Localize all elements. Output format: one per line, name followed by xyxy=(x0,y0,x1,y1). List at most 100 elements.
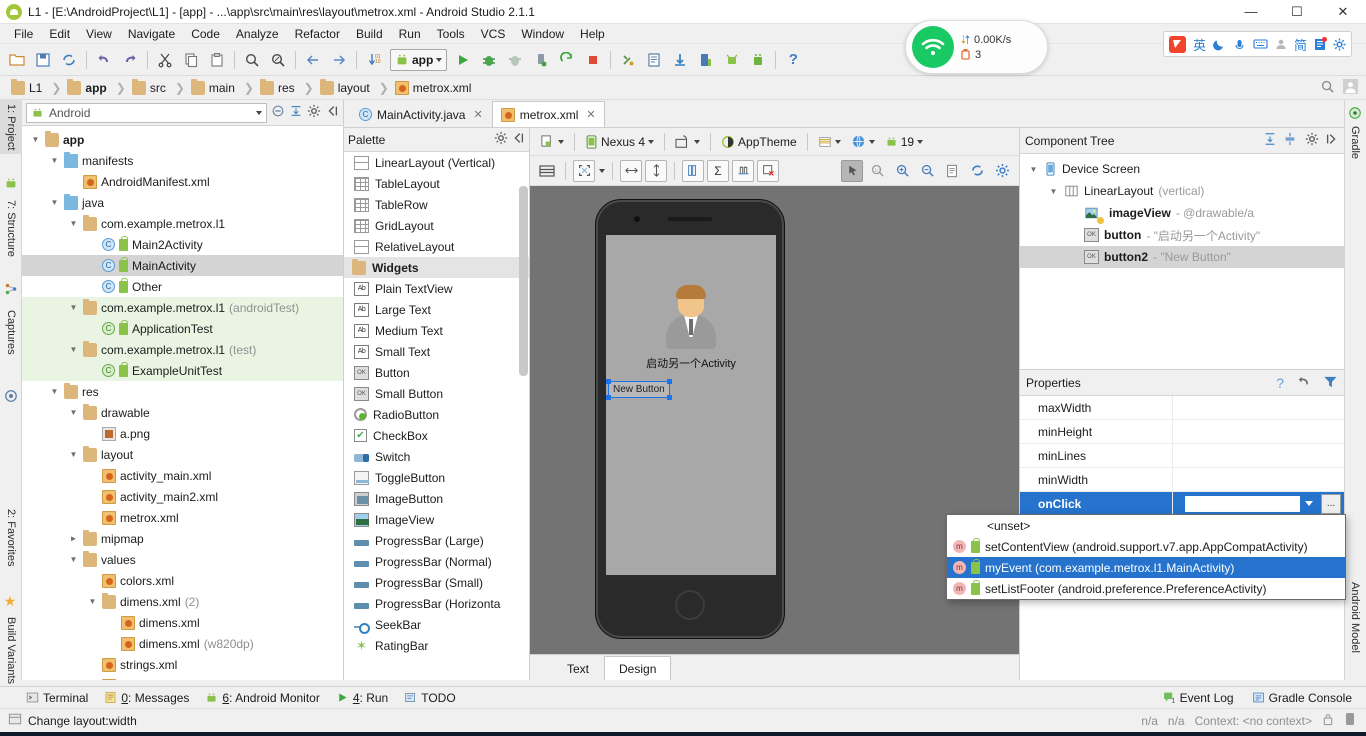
resize-handle[interactable] xyxy=(606,395,611,400)
close-icon[interactable]: ✕ xyxy=(586,108,595,121)
resize-handle[interactable] xyxy=(666,395,672,400)
palette-item[interactable]: OK Button xyxy=(344,362,529,383)
chevron-down-icon[interactable]: ▼ xyxy=(1048,186,1059,197)
property-row[interactable]: minHeight xyxy=(1020,420,1344,444)
user-icon[interactable] xyxy=(1275,38,1287,50)
sidebar-item-build-variants[interactable]: Build Variants xyxy=(0,613,22,688)
theme-selector[interactable]: AppTheme xyxy=(717,131,801,153)
ime-lang-label[interactable]: 英 xyxy=(1193,35,1206,54)
tab-text[interactable]: Text xyxy=(552,656,604,680)
layout-config-button[interactable] xyxy=(814,131,845,153)
tool-window-android-monitor[interactable]: 6: Android Monitor xyxy=(205,691,320,705)
layout-variant-button[interactable] xyxy=(536,131,568,153)
tree-node[interactable]: AndroidManifest.xml xyxy=(22,171,343,192)
tree-node[interactable]: ▼ res xyxy=(22,381,343,402)
find-icon[interactable] xyxy=(240,48,264,72)
tree-node[interactable]: ▼ com.example.metrox.l1 (androidTest) xyxy=(22,297,343,318)
property-value-cell[interactable] xyxy=(1172,468,1344,491)
android-monitor-icon[interactable] xyxy=(720,48,744,72)
memory-icon[interactable] xyxy=(1344,712,1356,729)
collapse-all-icon[interactable] xyxy=(271,104,285,121)
sidebar-item-project[interactable]: 1: Project xyxy=(0,100,22,155)
reload-icon[interactable] xyxy=(966,160,988,182)
breadcrumb-item-l1[interactable]: L1 xyxy=(6,78,50,96)
gear-icon[interactable] xyxy=(307,104,321,121)
project-file-tree[interactable]: ▼ app ▼ manifests AndroidManifest.xml ▼ java ▼ c… xyxy=(22,126,343,680)
sync-gradle-icon[interactable] xyxy=(668,48,692,72)
editor-tab-mainactivity[interactable]: C MainActivity.java ✕ xyxy=(350,101,492,127)
tree-node[interactable]: C ApplicationTest xyxy=(22,318,343,339)
maximize-button[interactable]: ☐ xyxy=(1274,0,1320,24)
zoom-fit-icon[interactable] xyxy=(573,159,595,182)
tree-node[interactable]: activity_main2.xml xyxy=(22,486,343,507)
ime-mode-label[interactable]: 简 xyxy=(1294,35,1307,54)
chevron-down-icon[interactable]: ▼ xyxy=(68,407,79,418)
sum-icon[interactable]: Σ xyxy=(707,159,729,182)
menu-help[interactable]: Help xyxy=(572,25,613,43)
breadcrumb-item-app[interactable]: app xyxy=(62,78,114,96)
tree-node[interactable]: dimens.xml (w820dp) xyxy=(22,633,343,654)
undo-icon[interactable] xyxy=(1296,374,1311,392)
chevron-down-icon[interactable]: ▼ xyxy=(68,449,79,460)
filter-icon[interactable] xyxy=(1323,374,1338,392)
tree-node[interactable]: activity_main.xml xyxy=(22,465,343,486)
close-button[interactable]: ✕ xyxy=(1320,0,1366,24)
resize-handle[interactable] xyxy=(606,379,611,384)
breadcrumb-item-layout[interactable]: layout xyxy=(315,78,378,96)
sidebar-item-gradle[interactable]: Gradle xyxy=(1344,122,1366,163)
person-avatar-icon[interactable] xyxy=(662,285,720,349)
breadcrumb-item-metrox[interactable]: metrox.xml xyxy=(390,80,480,96)
run-configuration-selector[interactable]: app xyxy=(390,48,448,71)
sidebar-item-structure[interactable]: 7: Structure xyxy=(0,196,22,261)
network-speed-widget[interactable]: 0.00K/s 3 xyxy=(905,20,1048,74)
tree-node[interactable]: C MainActivity xyxy=(22,255,343,276)
tool-window-todo[interactable]: TODO xyxy=(404,691,456,705)
hide-panel-icon[interactable] xyxy=(1325,132,1339,149)
sidebar-item-android-model[interactable]: Android Model xyxy=(1344,578,1366,657)
tree-node[interactable]: ▼ app xyxy=(22,129,343,150)
distribute-icon[interactable] xyxy=(682,159,704,182)
palette-item[interactable]: Widgets xyxy=(344,257,529,278)
tree-node[interactable]: a.png xyxy=(22,423,343,444)
tree-node[interactable]: colors.xml xyxy=(22,570,343,591)
menu-navigate[interactable]: Navigate xyxy=(120,25,183,43)
menu-run[interactable]: Run xyxy=(391,25,429,43)
preview-activity-label[interactable]: 启动另一个Activity xyxy=(606,355,776,371)
expand-horizontal-icon[interactable] xyxy=(620,159,642,182)
palette-item[interactable]: RelativeLayout xyxy=(344,236,529,257)
notes-icon[interactable] xyxy=(1314,36,1327,51)
redo-icon[interactable] xyxy=(118,48,142,72)
property-value-cell[interactable] xyxy=(1172,396,1344,419)
palette-item[interactable]: LinearLayout (Vertical) xyxy=(344,152,529,173)
property-browse-button[interactable]: ... xyxy=(1321,493,1341,514)
palette-item[interactable]: ✶ RatingBar xyxy=(344,635,529,656)
sync-icon[interactable] xyxy=(57,48,81,72)
chevron-down-icon[interactable]: ▼ xyxy=(68,554,79,565)
chevron-down-icon[interactable] xyxy=(599,168,605,173)
menu-window[interactable]: Window xyxy=(513,25,572,43)
chevron-down-icon[interactable]: ▼ xyxy=(68,344,79,355)
editor-tab-metrox[interactable]: metrox.xml ✕ xyxy=(491,101,605,127)
chevron-down-icon[interactable] xyxy=(1300,495,1317,512)
component-tree-node[interactable]: ▼ Device Screen xyxy=(1020,158,1344,180)
breadcrumb-item-main[interactable]: main xyxy=(186,78,243,96)
search-everywhere-icon[interactable] xyxy=(1320,79,1335,97)
coverage-icon[interactable] xyxy=(503,48,527,72)
menu-view[interactable]: View xyxy=(78,25,120,43)
tree-node[interactable]: dimens.xml xyxy=(22,612,343,633)
tree-node[interactable]: ▼ layout xyxy=(22,444,343,465)
run-icon[interactable] xyxy=(451,48,475,72)
component-tree-node[interactable]: imageView - @drawable/a xyxy=(1020,202,1344,224)
onclick-dropdown-popup[interactable]: <unset> m setContentView (android.suppor… xyxy=(946,514,1346,600)
select-tool-icon[interactable] xyxy=(841,159,863,182)
close-icon[interactable]: ✕ xyxy=(473,108,482,121)
open-folder-icon[interactable] xyxy=(5,48,29,72)
pan-icon[interactable]: 1:1 xyxy=(866,160,888,182)
palette-item[interactable]: SeekBar xyxy=(344,614,529,635)
property-row[interactable]: onClick... xyxy=(1020,492,1344,516)
tree-node[interactable]: ▼ manifests xyxy=(22,150,343,171)
chevron-down-icon[interactable]: ▼ xyxy=(68,302,79,313)
property-combo-input[interactable] xyxy=(1183,493,1319,514)
collapse-tree-icon[interactable] xyxy=(1263,132,1277,149)
refresh-render-icon[interactable] xyxy=(941,160,963,182)
